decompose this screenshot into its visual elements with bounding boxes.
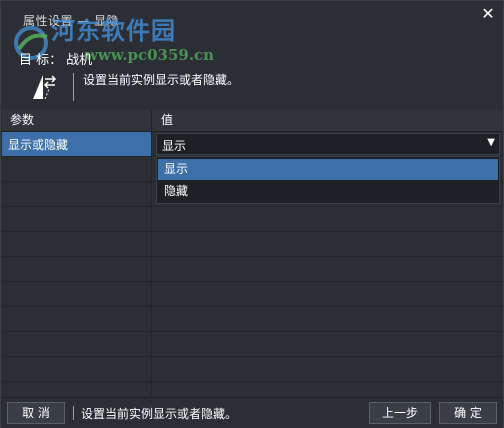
watermark-site-name: 河东软件园 [51,16,176,45]
option-show[interactable]: 显示 [158,159,498,180]
param-cell[interactable] [2,232,152,256]
param-cell[interactable] [2,332,152,356]
footer-description: 设置当前实例显示或者隐藏。 [81,407,238,421]
table-row[interactable] [2,232,503,257]
table-row[interactable] [2,257,503,282]
description-divider [73,73,74,101]
footer-divider [73,406,74,420]
param-cell[interactable]: 显示或隐藏 [2,132,152,156]
description-text: 设置当前实例显示或者隐藏。 [83,73,240,87]
grid-header: 参数 值 [2,110,503,132]
param-cell[interactable] [2,257,152,281]
table-row[interactable] [2,357,503,382]
table-row[interactable] [2,332,503,357]
param-cell[interactable] [2,282,152,306]
param-cell[interactable] [2,182,152,206]
table-row[interactable] [2,282,503,307]
table-row[interactable] [2,382,503,396]
select-current-value: 显示 [162,139,187,153]
param-cell[interactable] [2,307,152,331]
close-icon: ✕ [481,4,495,23]
param-label: 显示或隐藏 [8,138,69,152]
header-param: 参数 [2,110,152,131]
value-select[interactable]: 显示 ▼ [156,133,500,155]
cancel-button[interactable]: 取 消 [7,402,65,424]
ok-button[interactable]: 确 定 [439,402,497,424]
param-cell[interactable] [2,382,152,396]
param-cell[interactable] [2,357,152,381]
close-button[interactable]: ✕ [479,5,497,23]
properties-dialog: 属性设置 — 显隐 ✕ 河东软件园 www.pc0359.cn 目 标： 战机 设… [0,0,504,428]
param-cell[interactable] [2,207,152,231]
param-cell[interactable] [2,157,152,181]
footer-bar: 取 消 设置当前实例显示或者隐藏。 上一步 确 定 [1,397,503,428]
watermark-url: www.pc0359.cn [85,46,215,64]
swap-icon [33,75,57,100]
table-row[interactable] [2,307,503,332]
target-row: 目 标： 战机 [19,49,92,68]
dropdown-arrow-icon[interactable]: ▼ [487,137,495,148]
header-value: 值 [161,113,174,127]
option-hide[interactable]: 隐藏 [158,181,498,202]
table-row[interactable] [2,207,503,232]
target-label: 目 标： [19,53,63,68]
target-value: 战机 [66,53,93,68]
select-dropdown: 显示 隐藏 [156,156,500,204]
previous-step-button[interactable]: 上一步 [369,402,431,424]
